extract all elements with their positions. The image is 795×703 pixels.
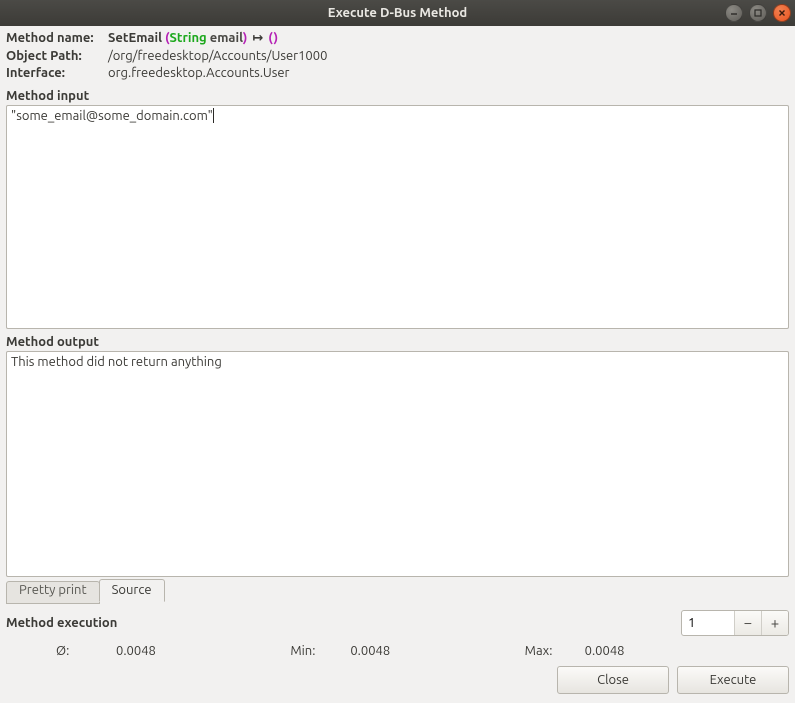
avg-label: Ø: — [56, 644, 116, 658]
object-path-value: /org/freedesktop/Accounts/User1000 — [108, 48, 327, 66]
interface-label: Interface: — [6, 65, 108, 83]
interface-value: org.freedesktop.Accounts.User — [108, 65, 289, 83]
max-value: 0.0048 — [585, 644, 759, 658]
close-button[interactable]: Close — [557, 666, 669, 694]
titlebar: Execute D-Bus Method — [0, 0, 795, 26]
increment-button[interactable]: + — [761, 611, 788, 635]
execution-count-spinner: − + — [681, 610, 789, 636]
execution-stats: Ø: 0.0048 Min: 0.0048 Max: 0.0048 — [6, 644, 789, 658]
avg-value: 0.0048 — [116, 644, 290, 658]
tab-pretty-print[interactable]: Pretty print — [6, 581, 100, 604]
dialog-actions: Close Execute — [6, 666, 789, 694]
method-input-label: Method input — [6, 89, 789, 103]
method-output-label: Method output — [6, 335, 789, 349]
window-controls — [725, 0, 791, 26]
method-execution-label: Method execution — [6, 616, 681, 630]
execution-count-input[interactable] — [682, 611, 734, 635]
output-tabs: Pretty print Source — [6, 579, 789, 602]
execute-button[interactable]: Execute — [677, 666, 789, 694]
decrement-button[interactable]: − — [734, 611, 761, 635]
tab-source[interactable]: Source — [99, 579, 165, 602]
method-info: Method name: SetEmail (String email) ↦ (… — [6, 30, 789, 83]
maximize-button[interactable] — [749, 4, 767, 22]
method-name-label: Method name: — [6, 30, 108, 48]
min-label: Min: — [290, 644, 350, 658]
window-title: Execute D-Bus Method — [0, 6, 795, 20]
method-output-textarea[interactable]: This method did not return anything — [6, 351, 789, 577]
max-label: Max: — [525, 644, 585, 658]
method-signature: SetEmail (String email) ↦ () — [108, 30, 278, 48]
method-input-textarea[interactable]: "some_email@some_domain.com" — [6, 105, 789, 329]
minimize-button[interactable] — [725, 4, 743, 22]
min-value: 0.0048 — [350, 644, 524, 658]
object-path-label: Object Path: — [6, 48, 108, 66]
close-window-button[interactable] — [773, 4, 791, 22]
